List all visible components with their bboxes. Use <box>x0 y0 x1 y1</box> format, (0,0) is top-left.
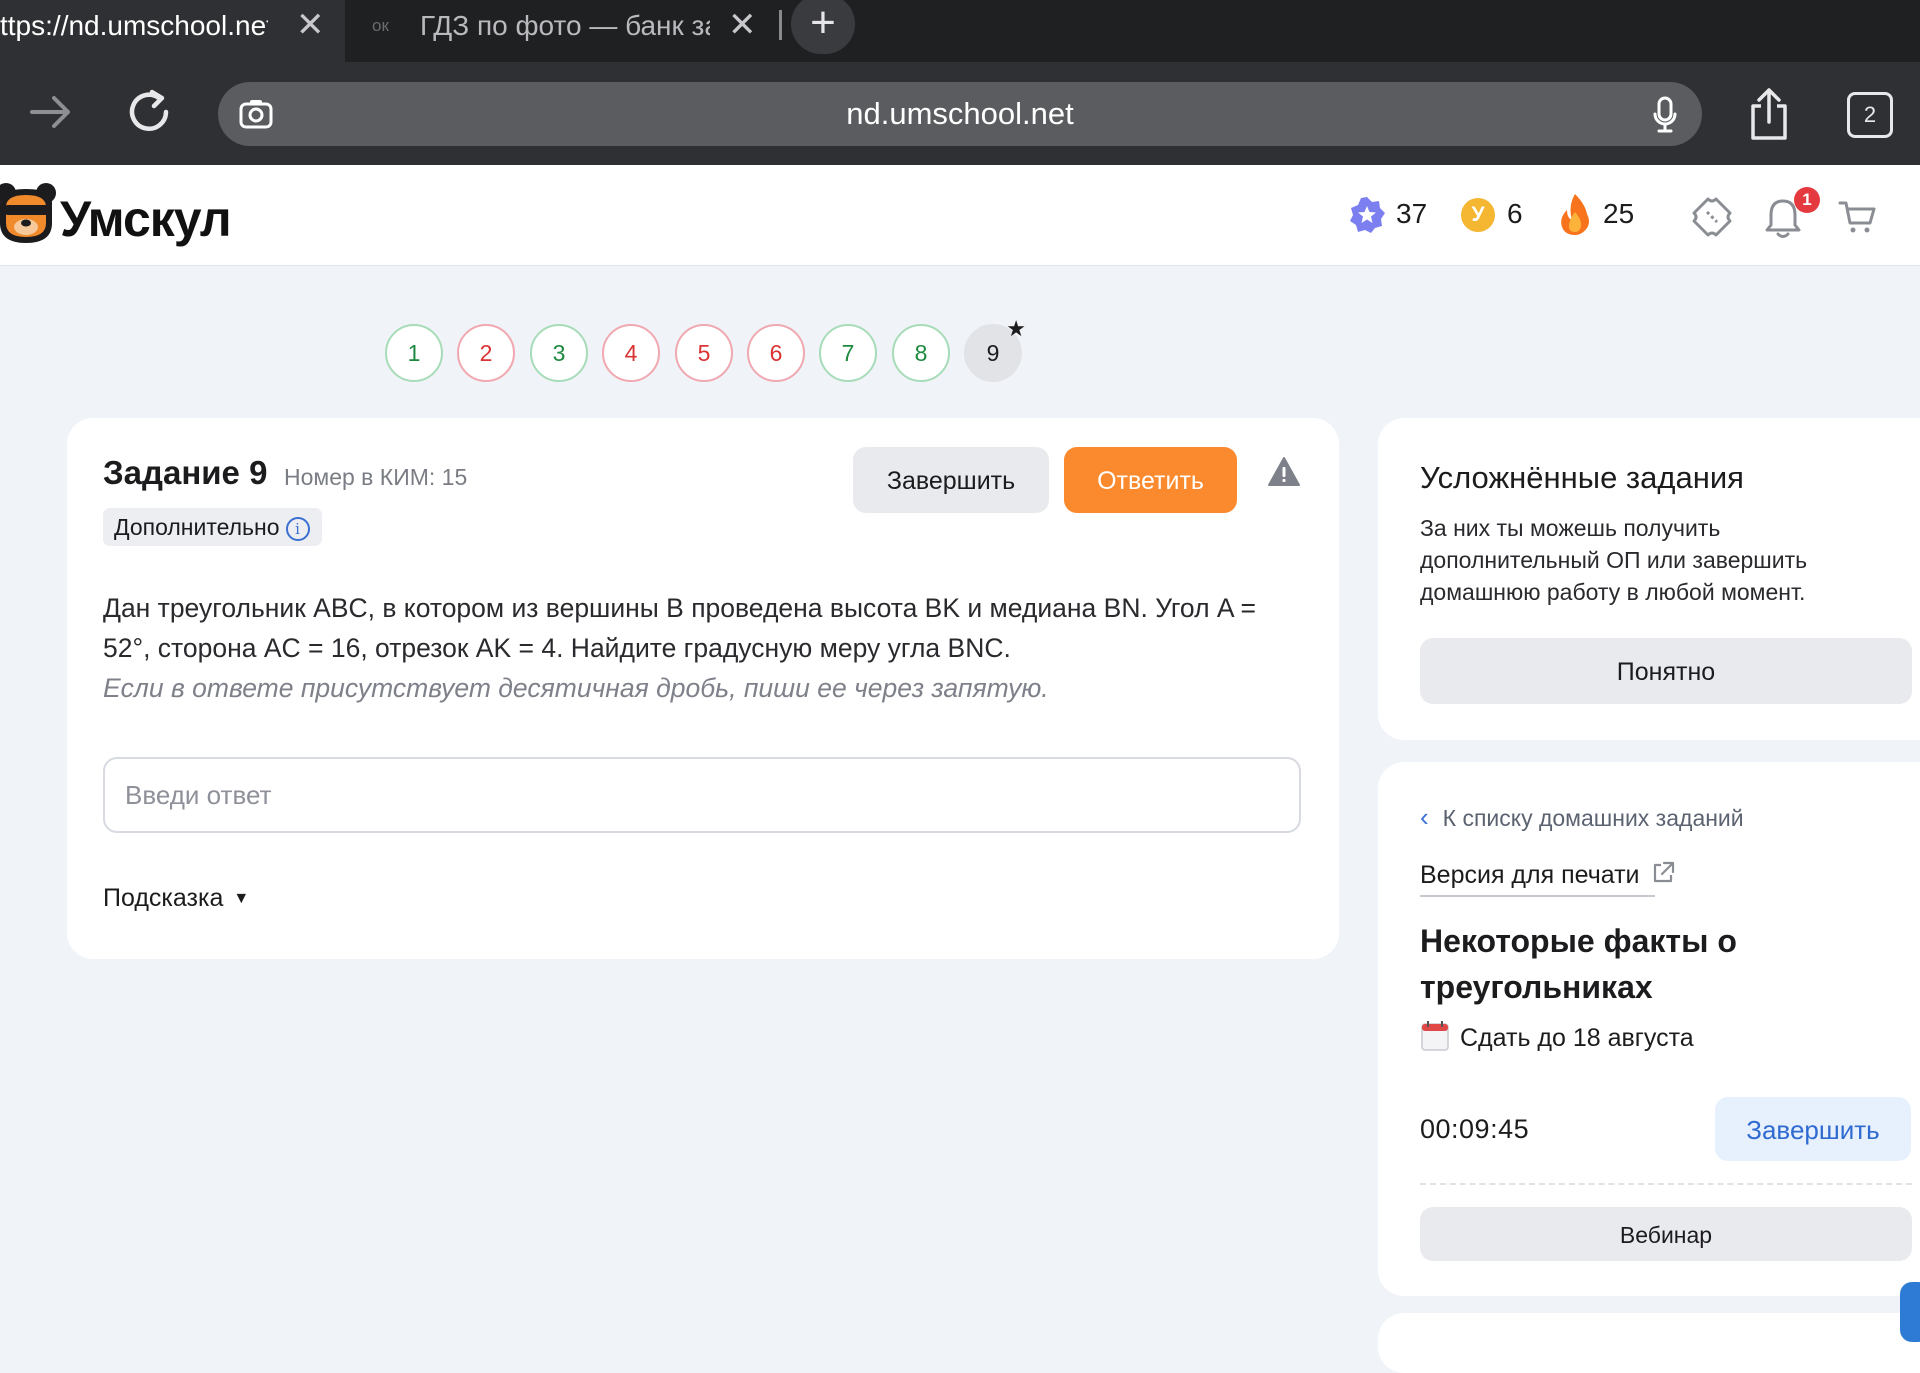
step-5[interactable]: 5 <box>675 324 733 382</box>
microphone-icon[interactable] <box>1653 96 1677 134</box>
share-icon[interactable] <box>1748 86 1790 142</box>
step-9-label: 9 <box>986 340 1000 366</box>
due-date-text: Сдать до 18 августа <box>1460 1024 1694 1052</box>
step-1[interactable]: 1 <box>385 324 443 382</box>
finish-homework-button[interactable]: Завершить <box>1715 1097 1911 1161</box>
new-tab-button[interactable]: + <box>791 0 855 54</box>
hint-dropdown[interactable]: Подсказка ▼ <box>103 884 249 913</box>
info-icon[interactable]: i <box>285 517 310 541</box>
submit-answer-button[interactable]: Ответить <box>1064 447 1237 513</box>
task-steps: 1 2 3 4 5 6 7 8 9 ★ <box>0 318 1100 382</box>
caret-down-icon: ▼ <box>233 890 250 907</box>
answer-format-hint: Если в ответе присутствует десятичная др… <box>103 673 1049 703</box>
side-chat-button[interactable] <box>1900 1282 1920 1342</box>
webinar-button[interactable]: Вебинар <box>1420 1207 1912 1261</box>
ticket-icon[interactable] <box>1690 195 1734 239</box>
tabs-icon[interactable]: 2 <box>1847 92 1893 138</box>
task-title: Задание 9 <box>103 454 268 491</box>
tab-title: ttps://nd.umschool.net/ <box>0 10 268 41</box>
step-2[interactable]: 2 <box>457 324 515 382</box>
hint-label: Подсказка <box>103 884 224 912</box>
step-7[interactable]: 7 <box>819 324 877 382</box>
print-link-underline <box>1420 895 1655 897</box>
print-version-link[interactable]: Версия для печати <box>1420 860 1676 890</box>
print-link-label: Версия для печати <box>1420 861 1640 889</box>
url-text: nd.umschool.net <box>846 96 1074 131</box>
star-icon: ★ <box>1006 316 1026 341</box>
notification-count: 1 <box>1802 190 1812 209</box>
timer: 00:09:45 <box>1420 1114 1530 1144</box>
homework-title: Некоторые факты о треугольниках <box>1420 923 1737 1005</box>
next-card <box>1378 1313 1920 1373</box>
logo-text[interactable]: Умскул <box>60 190 232 248</box>
address-bar[interactable]: nd.umschool.net <box>218 82 1702 146</box>
tab-title: ГДЗ по фото — банк зад <box>420 10 710 41</box>
tab-divider <box>779 10 782 40</box>
step-6[interactable]: 6 <box>747 324 805 382</box>
tab-favicon: ок <box>372 16 389 35</box>
difficulty-badge: Дополнительно i <box>103 508 322 546</box>
advanced-tasks-card: Усложнённые задания За них ты можешь пол… <box>1378 418 1920 740</box>
reload-icon[interactable] <box>126 86 174 136</box>
understood-button[interactable]: Понятно <box>1420 638 1912 704</box>
advanced-tasks-text: За них ты можешь получить дополнительный… <box>1420 515 1808 605</box>
site-header: Умскул 37 У 6 25 1 <box>0 165 1920 266</box>
step-4[interactable]: 4 <box>602 324 660 382</box>
close-tab-icon[interactable]: ✕ <box>728 8 757 42</box>
advanced-tasks-title: Усложнённые задания <box>1420 460 1744 495</box>
close-tab-icon[interactable]: ✕ <box>296 8 325 42</box>
browser-tab-bar: ttps://nd.umschool.net/ ✕ ок ГДЗ по фото… <box>0 0 1920 62</box>
step-9[interactable]: 9 ★ <box>964 318 1026 382</box>
coin-icon: У <box>1461 198 1495 232</box>
back-link-label: К списку домашних заданий <box>1442 805 1744 831</box>
chevron-left-icon: ‹ <box>1420 802 1429 832</box>
calendar-icon <box>1421 1021 1449 1051</box>
rating-value: 37 <box>1396 198 1428 229</box>
bear-logo-icon[interactable] <box>0 181 60 247</box>
kim-number: Номер в КИМ: 15 <box>284 464 468 490</box>
coins-value: 6 <box>1507 198 1523 229</box>
step-8[interactable]: 8 <box>892 324 950 382</box>
forward-arrow-icon[interactable] <box>28 92 74 132</box>
back-to-homework-link[interactable]: ‹ К списку домашних заданий <box>1420 802 1744 833</box>
dashed-divider <box>1420 1183 1912 1185</box>
coin-letter: У <box>1471 203 1485 226</box>
star-badge-icon <box>1350 197 1385 233</box>
finish-button[interactable]: Завершить <box>853 447 1049 513</box>
task-statement: Дан треугольник ABC, в котором из вершин… <box>103 593 1256 663</box>
warning-icon[interactable] <box>1267 456 1301 488</box>
step-3[interactable]: 3 <box>530 324 588 382</box>
streak-value: 25 <box>1603 198 1635 229</box>
fire-icon <box>1561 194 1589 235</box>
answer-input[interactable] <box>103 757 1301 833</box>
due-date: Сдать до 18 августа <box>1420 1020 1694 1053</box>
cart-icon[interactable] <box>1838 197 1878 237</box>
notification-badge: 1 <box>1794 187 1820 213</box>
browser-tab-active[interactable]: ttps://nd.umschool.net/ ✕ <box>0 0 345 62</box>
external-link-icon <box>1654 861 1675 883</box>
badge-label: Дополнительно <box>114 514 280 540</box>
